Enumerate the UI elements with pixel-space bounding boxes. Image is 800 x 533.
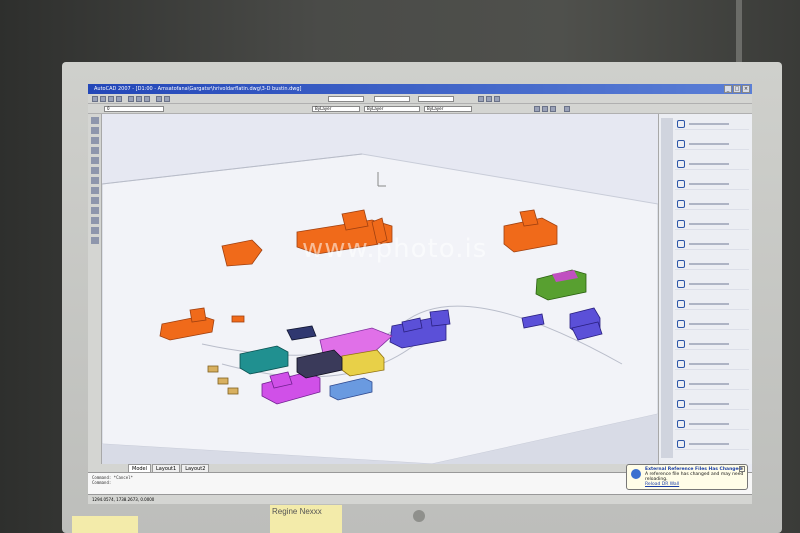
sticky-note-left <box>72 516 138 533</box>
workspace-combo[interactable] <box>328 96 364 102</box>
open-icon[interactable] <box>100 96 106 102</box>
linetype-combo[interactable]: ByLayer <box>364 106 420 112</box>
layout-tabs: Model Layout1 Layout2 <box>88 464 658 474</box>
draw-tool-icon <box>677 360 685 368</box>
draw-tool-icon <box>677 320 685 328</box>
window-title: AutoCAD 2007 - [D1:00 - Amsatofana\Garga… <box>88 84 752 94</box>
window-controls: _ □ × <box>724 85 750 93</box>
trim-tool-icon[interactable] <box>90 207 99 214</box>
coordinate-readout: 1294.0574, 1738.2673, 0.0000 <box>92 497 155 502</box>
palette-item[interactable] <box>675 118 749 130</box>
lineweight-combo[interactable]: ByLayer <box>424 106 472 112</box>
cut-icon[interactable] <box>128 96 134 102</box>
apple-logo <box>413 510 425 522</box>
zoom-icon[interactable] <box>478 96 484 102</box>
new-icon[interactable] <box>92 96 98 102</box>
palette-item[interactable] <box>675 278 749 290</box>
explode-tool-icon[interactable] <box>90 237 99 244</box>
dimstyle-combo[interactable] <box>374 96 410 102</box>
light-icon[interactable] <box>550 106 556 112</box>
circle-tool-icon[interactable] <box>90 137 99 144</box>
autocad-screen: AutoCAD 2007 - [D1:00 - Amsatofana\Garga… <box>88 84 752 504</box>
polyline-tool-icon[interactable] <box>90 127 99 134</box>
draw-tool-icon <box>677 300 685 308</box>
draw-tool-icon <box>677 380 685 388</box>
fillet-tool-icon[interactable] <box>90 227 99 234</box>
rotate-tool-icon[interactable] <box>90 187 99 194</box>
draw-tool-icon <box>677 400 685 408</box>
palette-item[interactable] <box>675 358 749 370</box>
palette-item[interactable] <box>675 138 749 150</box>
extend-tool-icon[interactable] <box>90 217 99 224</box>
palette-item[interactable] <box>675 158 749 170</box>
draw-tool-icon <box>677 340 685 348</box>
minimize-button[interactable]: _ <box>724 85 732 93</box>
draw-tool-icon <box>677 160 685 168</box>
print-icon[interactable] <box>116 96 122 102</box>
scale-tool-icon[interactable] <box>90 197 99 204</box>
pan-icon[interactable] <box>486 96 492 102</box>
draw-tool-icon <box>677 240 685 248</box>
palette-item[interactable] <box>675 338 749 350</box>
arc-tool-icon[interactable] <box>90 147 99 154</box>
model-space-viewport[interactable]: www.photo.is <box>101 114 659 504</box>
save-icon[interactable] <box>108 96 114 102</box>
palette-item[interactable] <box>675 198 749 210</box>
orange-building-small <box>231 315 245 323</box>
draw-tool-icon <box>677 440 685 448</box>
draw-tool-icon <box>677 280 685 288</box>
standard-toolbar <box>88 94 752 104</box>
tool-palette-tab-strip[interactable] <box>661 118 673 458</box>
maximize-button[interactable]: □ <box>733 85 741 93</box>
watermark-text: www.photo.is <box>302 234 488 264</box>
draw-tool-icon <box>677 420 685 428</box>
notification-body: A reference file has changed and may nee… <box>645 472 744 482</box>
move-tool-icon[interactable] <box>90 167 99 174</box>
info-icon <box>631 469 641 479</box>
draw-tool-icon <box>677 180 685 188</box>
layers-toolbar: 0 ByLayer ByLayer ByLayer <box>88 104 752 114</box>
palette-item[interactable] <box>675 258 749 270</box>
tablestyle-combo[interactable] <box>418 96 454 102</box>
palette-item[interactable] <box>675 318 749 330</box>
reload-xref-link[interactable]: Reload DR Wall <box>645 482 744 487</box>
draw-tool-icon <box>677 220 685 228</box>
draw-toolbar-vertical <box>88 114 102 464</box>
properties-icon[interactable] <box>494 96 500 102</box>
close-button[interactable]: × <box>742 85 750 93</box>
material-icon[interactable] <box>542 106 548 112</box>
copy-tool-icon[interactable] <box>90 177 99 184</box>
render-icon[interactable] <box>534 106 540 112</box>
draw-tool-icon <box>677 260 685 268</box>
palette-item[interactable] <box>675 178 749 190</box>
status-bar: 1294.0574, 1738.2673, 0.0000 <box>88 494 752 504</box>
color-combo[interactable]: ByLayer <box>312 106 360 112</box>
palette-item[interactable] <box>675 378 749 390</box>
palette-item[interactable] <box>675 398 749 410</box>
layer-combo[interactable]: 0 <box>104 106 164 112</box>
visual-style-icon[interactable] <box>564 106 570 112</box>
rectangle-tool-icon[interactable] <box>90 157 99 164</box>
close-notification-button[interactable]: × <box>739 466 745 472</box>
palette-item[interactable] <box>675 298 749 310</box>
tool-palette <box>658 114 752 464</box>
copy-icon[interactable] <box>136 96 142 102</box>
palette-item[interactable] <box>675 438 749 450</box>
palette-item[interactable] <box>675 418 749 430</box>
draw-tool-icon <box>677 200 685 208</box>
site-model-drawing <box>101 153 659 504</box>
wall-pole <box>736 0 742 70</box>
sticky-note-right: Regine Nexxx <box>270 505 342 533</box>
palette-item[interactable] <box>675 238 749 250</box>
draw-tool-icon <box>677 140 685 148</box>
line-tool-icon[interactable] <box>90 117 99 124</box>
draw-tool-icon <box>677 120 685 128</box>
ground-plane <box>101 153 659 465</box>
redo-icon[interactable] <box>164 96 170 102</box>
undo-icon[interactable] <box>156 96 162 102</box>
palette-item[interactable] <box>675 218 749 230</box>
xref-notification-balloon[interactable]: × External Reference Files Has Changed A… <box>626 464 748 490</box>
paste-icon[interactable] <box>144 96 150 102</box>
